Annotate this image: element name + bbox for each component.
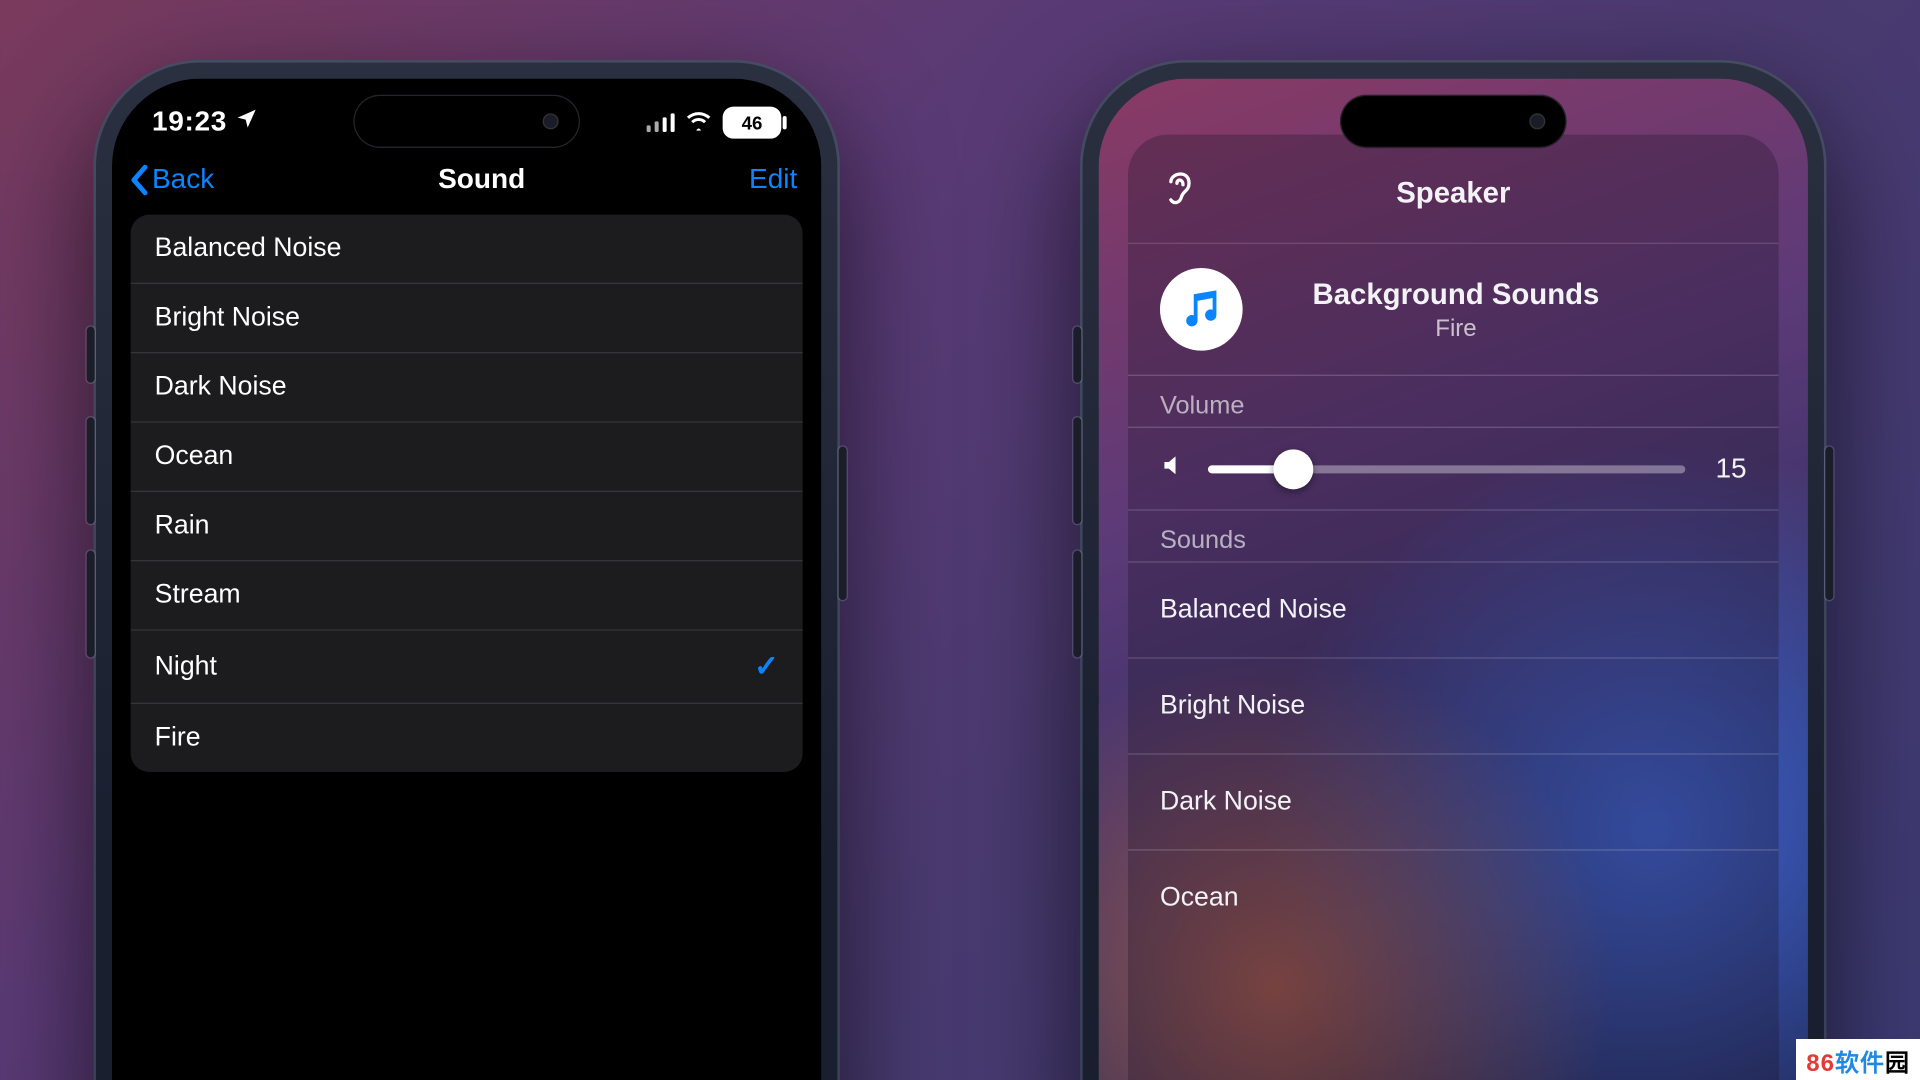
battery-indicator: 46 <box>723 107 782 139</box>
now-playing[interactable]: Background Sounds Fire <box>1128 243 1779 375</box>
phone-side-button <box>87 417 95 524</box>
volume-row: 15 <box>1128 427 1779 510</box>
sounds-section-header: Sounds <box>1128 509 1779 561</box>
watermark-part: 86 <box>1806 1050 1835 1077</box>
sound-option[interactable]: Fire <box>131 703 803 772</box>
location-arrow-icon <box>235 107 259 139</box>
sound-option-label: Ocean <box>155 441 234 472</box>
volume-section-header: Volume <box>1128 375 1779 427</box>
settings-sound-screen: 19:23 46 <box>112 79 821 1080</box>
phone-side-button <box>1825 447 1833 600</box>
sound-option[interactable]: Balanced Noise <box>1128 561 1779 657</box>
slider-knob[interactable] <box>1274 449 1314 489</box>
phone-right: Speaker Background Sounds Fire Volume <box>1080 60 1827 1080</box>
nav-bar: Back Sound Edit <box>112 153 821 214</box>
sound-list: Balanced Noise Bright Noise Dark Noise Ocea… <box>131 215 803 772</box>
phone-side-button <box>839 447 847 600</box>
sound-option[interactable]: Rain <box>131 491 803 560</box>
sound-option[interactable]: Stream <box>131 560 803 629</box>
sound-option[interactable]: Balanced Noise <box>131 215 803 283</box>
volume-label: Volume <box>1160 392 1747 421</box>
output-device-label[interactable]: Speaker <box>1128 175 1779 210</box>
watermark-part: 软件 <box>1835 1050 1885 1077</box>
sounds-label: Sounds <box>1160 527 1747 556</box>
page-title: Sound <box>438 164 525 196</box>
back-label: Back <box>152 164 214 196</box>
hearing-panel: Speaker Background Sounds Fire Volume <box>1128 135 1779 1080</box>
back-button[interactable]: Back <box>128 164 214 196</box>
sound-option-label: Rain <box>155 511 210 542</box>
phone-side-button <box>1073 417 1081 524</box>
sound-option-label: Balanced Noise <box>155 233 342 264</box>
phone-side-button <box>1073 551 1081 658</box>
edit-button[interactable]: Edit <box>749 164 797 196</box>
sound-option[interactable]: Ocean <box>131 421 803 490</box>
wifi-icon <box>685 109 712 137</box>
sound-option[interactable]: Dark Noise <box>131 352 803 421</box>
sound-option[interactable]: Bright Noise <box>131 283 803 352</box>
sound-option-label: Stream <box>155 580 241 611</box>
sound-option[interactable]: Ocean <box>1128 849 1779 945</box>
now-playing-title: Background Sounds <box>1165 277 1746 312</box>
sound-option-label: Fire <box>155 723 201 754</box>
speaker-icon <box>1160 452 1187 485</box>
sound-option[interactable]: Bright Noise <box>1128 657 1779 753</box>
phone-side-button <box>87 327 95 383</box>
chevron-left-icon <box>128 164 149 196</box>
sound-list: Balanced NoiseBright NoiseDark NoiseOcea… <box>1128 561 1779 945</box>
sound-option[interactable]: Night ✓ <box>131 629 803 702</box>
now-playing-subtitle: Fire <box>1165 314 1746 342</box>
cellular-signal-icon <box>647 113 675 132</box>
volume-value: 15 <box>1707 453 1747 485</box>
sound-option-label: Night <box>155 651 217 682</box>
phone-side-button <box>1073 327 1081 383</box>
watermark-part: 园 <box>1885 1050 1910 1077</box>
checkmark-icon: ✓ <box>754 649 779 684</box>
sound-option-label: Bright Noise <box>155 303 300 334</box>
dynamic-island <box>1340 95 1567 148</box>
dynamic-island <box>353 95 580 148</box>
sound-option[interactable]: Dark Noise <box>1128 753 1779 849</box>
watermark: 86软件园 <box>1796 1039 1920 1080</box>
status-time: 19:23 <box>152 107 227 139</box>
volume-slider[interactable] <box>1208 465 1685 473</box>
sound-option-label: Dark Noise <box>155 372 287 403</box>
phone-side-button <box>87 551 95 658</box>
phone-left: 19:23 46 <box>93 60 840 1080</box>
hearing-control-panel-screen: Speaker Background Sounds Fire Volume <box>1099 79 1808 1080</box>
